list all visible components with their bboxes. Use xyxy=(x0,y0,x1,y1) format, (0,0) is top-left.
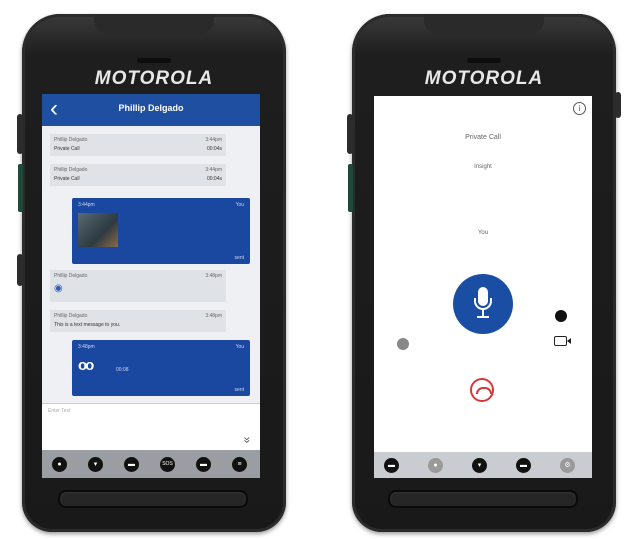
contacts-icon[interactable]: ● xyxy=(52,457,67,472)
chat-icon[interactable]: ▬ xyxy=(384,458,399,473)
conversation-header: ‹ Phillip Delgado xyxy=(42,94,260,126)
sender: Phillip Delgado xyxy=(54,167,88,173)
sender: Phillip Delgado xyxy=(54,273,88,279)
reply-area: Enter Text » xyxy=(42,403,260,451)
side-button[interactable] xyxy=(17,114,23,154)
left-screen: ‹ Phillip Delgado Phillip Delgado 3:44pm … xyxy=(42,94,260,478)
time: 3:44pm xyxy=(205,167,222,173)
hang-up-icon[interactable] xyxy=(470,378,494,402)
bottom-grip-bar xyxy=(58,490,248,508)
bottom-nav-bar: ● ▾ ▬ SOS ▬ ≡ xyxy=(42,450,260,478)
side-button-lower[interactable] xyxy=(17,254,23,286)
ptt-side-key[interactable] xyxy=(348,164,353,212)
double-chevron-down-icon[interactable]: » xyxy=(241,437,255,444)
image-message[interactable]: 3:44pm You sent xyxy=(72,198,250,264)
message-status: sent xyxy=(234,255,244,261)
bottom-nav-bar: ▬ ● ▾ ▬ ⚙ xyxy=(374,452,592,478)
time: 3:48pm xyxy=(78,344,95,350)
text-message[interactable]: Phillip Delgado 3:48pm This is a text mes… xyxy=(50,310,226,332)
message-status: sent xyxy=(234,387,244,393)
sender: You xyxy=(235,344,244,350)
time: 3:44pm xyxy=(205,137,222,143)
image-thumbnail[interactable] xyxy=(78,213,118,247)
message-text: This is a text message to you. xyxy=(54,322,121,328)
contact-name: Phillip Delgado xyxy=(118,103,184,113)
info-icon[interactable]: i xyxy=(573,102,586,115)
call-type-label: Private Call xyxy=(465,134,501,141)
time: 3:44pm xyxy=(78,202,95,208)
earpiece xyxy=(467,58,501,63)
speaker-label: You xyxy=(477,230,489,236)
call-log-message[interactable]: Phillip Delgado 3:44pm Private Call 00:04s xyxy=(50,134,226,156)
top-cap xyxy=(94,14,214,34)
brand-logo: MOTOROLA xyxy=(94,68,214,89)
sender: You xyxy=(235,202,244,208)
contacts-icon[interactable]: ● xyxy=(428,458,443,473)
call-log-message[interactable]: Phillip Delgado 3:44pm Private Call 00:04s xyxy=(50,164,226,186)
voice-duration: 00:08 xyxy=(116,367,129,373)
side-button[interactable] xyxy=(347,114,353,154)
speaker-icon[interactable] xyxy=(555,310,567,322)
message-input[interactable]: Enter Text xyxy=(48,408,70,414)
radio-icon[interactable]: ▬ xyxy=(196,457,211,472)
video-camera-icon[interactable] xyxy=(554,336,571,346)
brand-logo: MOTOROLA xyxy=(424,68,544,89)
location-message[interactable]: Phillip Delgado 3:48pm ◉ xyxy=(50,270,226,302)
time: 3:48pm xyxy=(205,313,222,319)
right-phone-device: MOTOROLA i Private Call Insight You ▬ ● … xyxy=(347,14,621,532)
right-screen: i Private Call Insight You ▬ ● ▾ ▬ ⚙ xyxy=(374,96,592,478)
duration: 00:04s xyxy=(206,146,222,152)
sender: Phillip Delgado xyxy=(54,313,88,319)
call-type: Private Call xyxy=(54,176,80,182)
ptt-side-key[interactable] xyxy=(18,164,23,212)
microphone-icon[interactable] xyxy=(453,274,513,334)
sos-icon[interactable]: SOS xyxy=(160,457,175,472)
duration: 00:04s xyxy=(206,176,222,182)
voice-message[interactable]: 3:48pm You oo 00:08 sent xyxy=(72,340,250,396)
call-status-label: Insight xyxy=(474,164,492,170)
time: 3:48pm xyxy=(205,273,222,279)
left-phone-device: MOTOROLA ‹ Phillip Delgado Phillip Delga… xyxy=(17,14,286,532)
location-icon[interactable]: ▾ xyxy=(472,458,487,473)
bottom-grip-bar xyxy=(388,490,578,508)
side-button-right[interactable] xyxy=(615,92,621,118)
location-icon[interactable]: ▾ xyxy=(88,457,103,472)
location-pin-icon[interactable]: ◉ xyxy=(54,283,63,294)
sender: Phillip Delgado xyxy=(54,137,88,143)
radio-icon[interactable]: ▬ xyxy=(516,458,531,473)
chat-icon[interactable]: ▬ xyxy=(124,457,139,472)
settings-icon[interactable]: ⚙ xyxy=(560,458,575,473)
earpiece xyxy=(137,58,171,63)
menu-icon[interactable]: ≡ xyxy=(232,457,247,472)
volume-icon[interactable] xyxy=(397,338,409,350)
top-cap xyxy=(424,14,544,34)
call-type: Private Call xyxy=(54,146,80,152)
voicemail-icon[interactable]: oo xyxy=(78,357,94,374)
